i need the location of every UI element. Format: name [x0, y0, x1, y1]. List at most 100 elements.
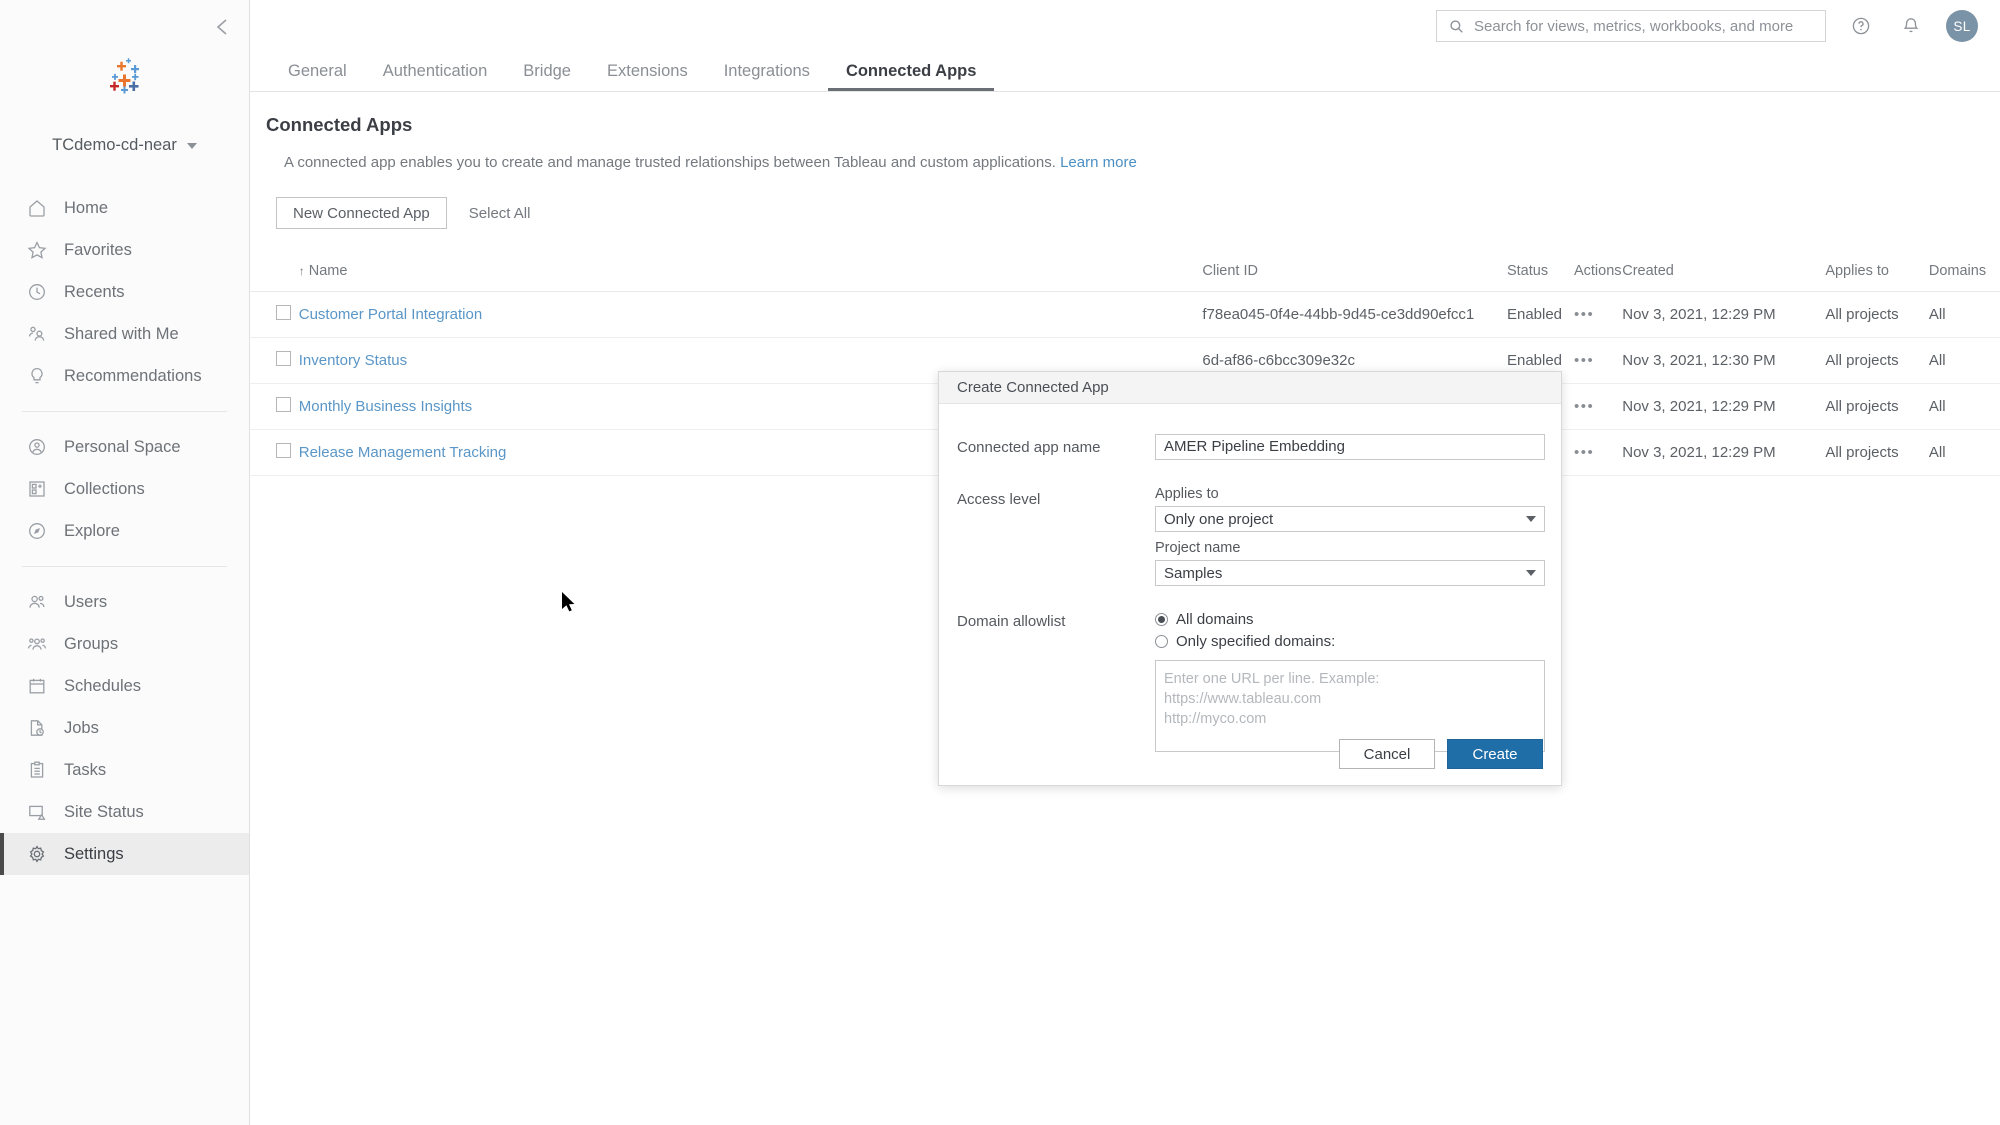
page-title: Connected Apps	[266, 114, 413, 135]
row-checkbox-cell	[250, 337, 299, 384]
connected-app-link[interactable]: Release Management Tracking	[299, 444, 507, 461]
nav-group-admin: Users Groups Schedules Jobs Tasks Site S…	[0, 575, 249, 881]
row-domains: All	[1928, 383, 2000, 430]
row-actions-cell: •••	[1573, 337, 1623, 384]
row-applies-to: All projects	[1825, 337, 1929, 384]
sidebar-item-collections[interactable]: Collections	[0, 468, 249, 510]
table-header: ↑ Name Client ID Status Actions Created …	[250, 255, 2000, 292]
project-name-select[interactable]: Samples	[1155, 560, 1545, 586]
sidebar-item-label: Collections	[64, 479, 145, 498]
sidebar-item-site-status[interactable]: Site Status	[0, 791, 249, 833]
radio-all-domains[interactable]: All domains	[1155, 608, 1545, 630]
new-connected-app-button[interactable]: New Connected App	[276, 197, 447, 229]
sidebar-item-shared-with-me[interactable]: Shared with Me	[0, 313, 249, 355]
site-status-icon	[26, 801, 48, 823]
sidebar-item-home[interactable]: Home	[0, 187, 249, 229]
select-all-button[interactable]: Select All	[469, 205, 531, 222]
shared-users-icon	[26, 323, 48, 345]
page-description-text: A connected app enables you to create an…	[284, 154, 1056, 171]
toolbar: New Connected App Select All	[250, 197, 2000, 229]
row-actions-cell: •••	[1573, 383, 1623, 430]
applies-to-select[interactable]: Only one project	[1155, 506, 1545, 532]
row-actions-menu-button[interactable]: •••	[1574, 306, 1594, 323]
project-name-value: Samples	[1164, 564, 1223, 582]
sidebar-item-label: Users	[64, 592, 108, 611]
connected-app-link[interactable]: Customer Portal Integration	[299, 306, 482, 323]
radio-only-specified-domains[interactable]: Only specified domains:	[1155, 630, 1545, 652]
column-domains[interactable]: Domains	[1928, 255, 2000, 292]
tab-authentication[interactable]: Authentication	[365, 51, 506, 91]
column-applies-to[interactable]: Applies to	[1825, 255, 1929, 292]
sidebar-item-personal-space[interactable]: Personal Space	[0, 426, 249, 468]
sidebar-item-schedules[interactable]: Schedules	[0, 665, 249, 707]
field-access-level: Access level Applies to Only one project…	[957, 486, 1545, 586]
row-checkbox[interactable]	[276, 397, 291, 412]
sidebar-item-label: Recommendations	[64, 366, 202, 385]
column-actions: Actions	[1573, 255, 1623, 292]
sidebar-item-label: Schedules	[64, 676, 142, 695]
create-connected-app-dialog: Create Connected App Connected app name …	[938, 371, 1562, 786]
sidebar-item-groups[interactable]: Groups	[0, 623, 249, 665]
sidebar-item-users[interactable]: Users	[0, 581, 249, 623]
sidebar-item-jobs[interactable]: Jobs	[0, 707, 249, 749]
avatar[interactable]: SL	[1946, 10, 1978, 42]
sidebar-item-explore[interactable]: Explore	[0, 510, 249, 552]
topbar: Search for views, metrics, workbooks, an…	[250, 0, 2000, 52]
column-name-label: Name	[308, 263, 348, 279]
row-actions-menu-button[interactable]: •••	[1574, 444, 1594, 461]
radio-all-domains-control[interactable]	[1155, 612, 1168, 626]
sidebar-collapse-button[interactable]	[209, 14, 235, 40]
page-description: A connected app enables you to create an…	[250, 154, 2000, 171]
sidebar-item-label: Recents	[64, 282, 125, 301]
create-button[interactable]: Create	[1447, 739, 1543, 769]
nav-group-primary: Home Favorites Recents Shared with Me Re…	[0, 181, 249, 403]
sidebar-nav: Home Favorites Recents Shared with Me Re…	[0, 181, 249, 881]
row-checkbox[interactable]	[276, 443, 291, 458]
field-connected-app-name: Connected app name AMER Pipeline Embeddi…	[957, 434, 1545, 460]
sidebar-item-settings[interactable]: Settings	[0, 833, 249, 875]
column-created[interactable]: Created	[1622, 255, 1826, 292]
chevron-down-icon	[186, 142, 197, 149]
notifications-button[interactable]	[1896, 11, 1926, 41]
sidebar-item-recommendations[interactable]: Recommendations	[0, 355, 249, 397]
tab-extensions[interactable]: Extensions	[589, 51, 706, 91]
sidebar-item-tasks[interactable]: Tasks	[0, 749, 249, 791]
connected-app-link[interactable]: Monthly Business Insights	[299, 398, 472, 415]
column-client-id[interactable]: Client ID	[1202, 255, 1507, 292]
row-applies-to: All projects	[1825, 383, 1929, 430]
row-created: Nov 3, 2021, 12:29 PM	[1622, 291, 1826, 338]
radio-only-specified-domains-control[interactable]	[1155, 634, 1168, 648]
sidebar-item-label: Settings	[64, 844, 124, 863]
column-status[interactable]: Status	[1506, 255, 1574, 292]
tab-bridge[interactable]: Bridge	[505, 51, 589, 91]
tab-connected-apps[interactable]: Connected Apps	[827, 51, 995, 91]
jobs-icon	[26, 717, 48, 739]
search-input[interactable]: Search for views, metrics, workbooks, an…	[1436, 10, 1826, 42]
help-button[interactable]	[1846, 11, 1876, 41]
site-switcher[interactable]: TCdemo-cd-near	[0, 136, 249, 155]
calendar-icon	[26, 675, 48, 697]
row-actions-cell: •••	[1573, 291, 1623, 338]
sort-ascending-icon: ↑	[298, 264, 305, 278]
row-checkbox-cell	[250, 383, 299, 430]
collections-icon	[26, 478, 48, 500]
learn-more-link[interactable]: Learn more	[1060, 154, 1137, 171]
row-actions-menu-button[interactable]: •••	[1574, 398, 1594, 415]
row-checkbox[interactable]	[276, 351, 291, 366]
table-row[interactable]: Customer Portal Integration f78ea045-0f4…	[250, 291, 2000, 338]
tab-general[interactable]: General	[270, 51, 365, 91]
row-checkbox[interactable]	[276, 305, 291, 320]
home-icon	[26, 197, 48, 219]
avatar-initials: SL	[1953, 18, 1971, 34]
cancel-button[interactable]: Cancel	[1339, 739, 1435, 769]
connected-app-link[interactable]: Inventory Status	[299, 352, 407, 369]
sidebar-item-label: Favorites	[64, 240, 132, 259]
sidebar-item-recents[interactable]: Recents	[0, 271, 249, 313]
nav-divider	[22, 411, 227, 412]
column-name[interactable]: ↑ Name	[298, 255, 1203, 292]
connected-app-name-input[interactable]: AMER Pipeline Embedding	[1155, 434, 1545, 460]
sidebar-item-favorites[interactable]: Favorites	[0, 229, 249, 271]
row-actions-menu-button[interactable]: •••	[1574, 352, 1594, 369]
sidebar-item-label: Shared with Me	[64, 324, 179, 343]
tab-integrations[interactable]: Integrations	[706, 51, 828, 91]
